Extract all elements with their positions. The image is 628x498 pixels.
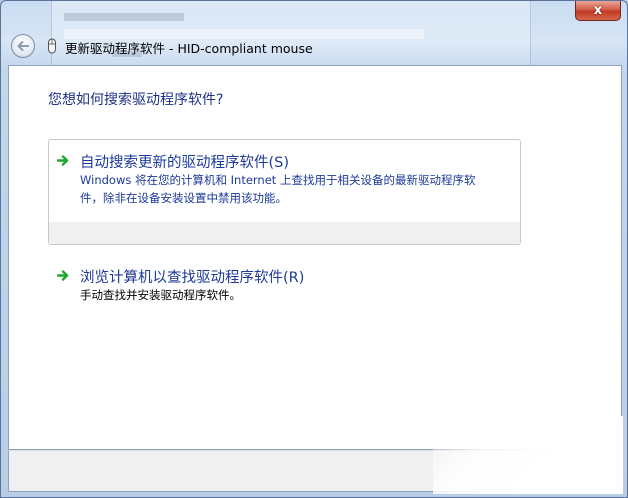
option-auto-search-desc-line2: 件，除非在设备安装设置中禁用该功能。 xyxy=(80,191,287,205)
watermark-overlay xyxy=(433,416,623,494)
close-button[interactable]: x xyxy=(575,1,621,21)
option-browse-desc: 手动查找并安装驱动程序软件。 xyxy=(80,288,241,302)
back-button[interactable] xyxy=(11,34,35,58)
option-auto-search-desc-line1: Windows 将在您的计算机和 Internet 上查找用于相关设备的最新驱动… xyxy=(80,173,476,187)
dialog-window: x 更新驱动程序软件 - HID-compliant mouse 您想如何搜索驱… xyxy=(0,0,628,498)
option-auto-search-link[interactable]: 自动搜索更新的驱动程序软件(S) xyxy=(80,151,289,172)
green-arrow-icon xyxy=(57,270,69,281)
page-question: 您想如何搜索驱动程序软件? xyxy=(48,92,224,108)
mouse-device-icon xyxy=(48,38,56,54)
close-icon: x xyxy=(593,3,603,18)
wizard-content: 您想如何搜索驱动程序软件? 自动搜索更新的驱动程序软件(S) Windows 将… xyxy=(8,65,622,450)
back-arrow-icon xyxy=(17,41,29,51)
window-title: 更新驱动程序软件 - HID-compliant mouse xyxy=(65,41,313,56)
green-arrow-icon xyxy=(57,155,69,166)
option-browse-link[interactable]: 浏览计算机以查找驱动程序软件(R) xyxy=(80,266,304,287)
